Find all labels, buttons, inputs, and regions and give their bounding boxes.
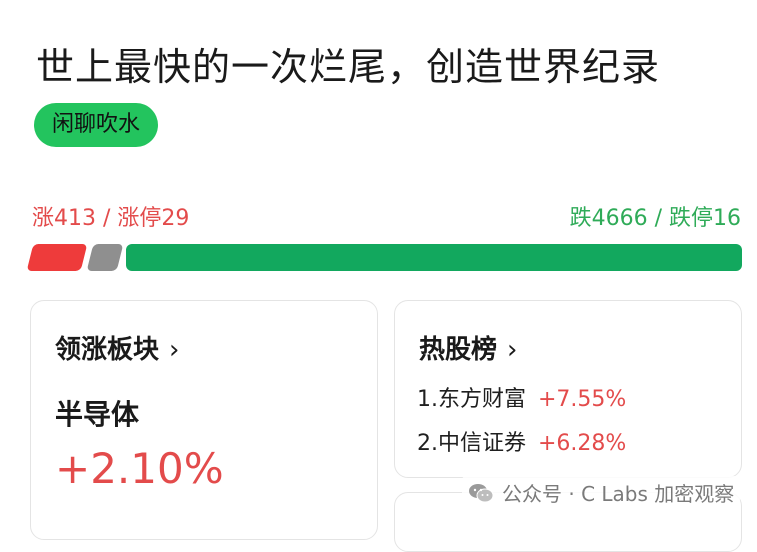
sector-name: 半导体 <box>55 398 140 431</box>
stock-change: +6.28% <box>538 431 627 456</box>
sector-change: +2.10% <box>55 444 224 493</box>
decline-stats: 跌4666 / 跌停16 <box>569 206 741 231</box>
stock-change: +7.55% <box>538 387 627 412</box>
hot-stocks-title: 热股榜 <box>419 335 498 365</box>
hot-stocks-card[interactable]: 热股榜 › 1.东方财富 +7.55% 2.中信证券 +6.28% <box>394 300 742 478</box>
hot-stock-item[interactable]: 1.东方财富 +7.55% <box>417 381 626 413</box>
stock-name: 2.中信证券 <box>417 431 526 456</box>
wechat-icon <box>468 483 494 503</box>
hot-stocks-heading[interactable]: 热股榜 › <box>419 329 517 366</box>
decline-bar <box>126 244 742 271</box>
hot-stock-item[interactable]: 2.中信证券 +6.28% <box>417 425 626 457</box>
leading-sector-card[interactable]: 领涨板块 › 半导体 +2.10% <box>30 300 378 540</box>
chevron-right-icon: › <box>169 335 180 365</box>
advance-stats: 涨413 / 涨停29 <box>32 206 190 231</box>
stock-name: 1.东方财富 <box>417 387 526 412</box>
watermark-text: 公众号 · C Labs 加密观察 <box>502 482 735 506</box>
flat-bar <box>86 244 124 271</box>
watermark: 公众号 · C Labs 加密观察 <box>462 476 741 509</box>
post-title: 世上最快的一次烂尾，创造世界纪录 <box>36 45 661 89</box>
chevron-right-icon: › <box>507 335 518 365</box>
leading-sector-title: 领涨板块 <box>55 335 160 365</box>
leading-sector-heading[interactable]: 领涨板块 › <box>55 329 179 366</box>
advance-bar <box>26 244 88 271</box>
topic-tag[interactable]: 闲聊吹水 <box>34 103 159 147</box>
